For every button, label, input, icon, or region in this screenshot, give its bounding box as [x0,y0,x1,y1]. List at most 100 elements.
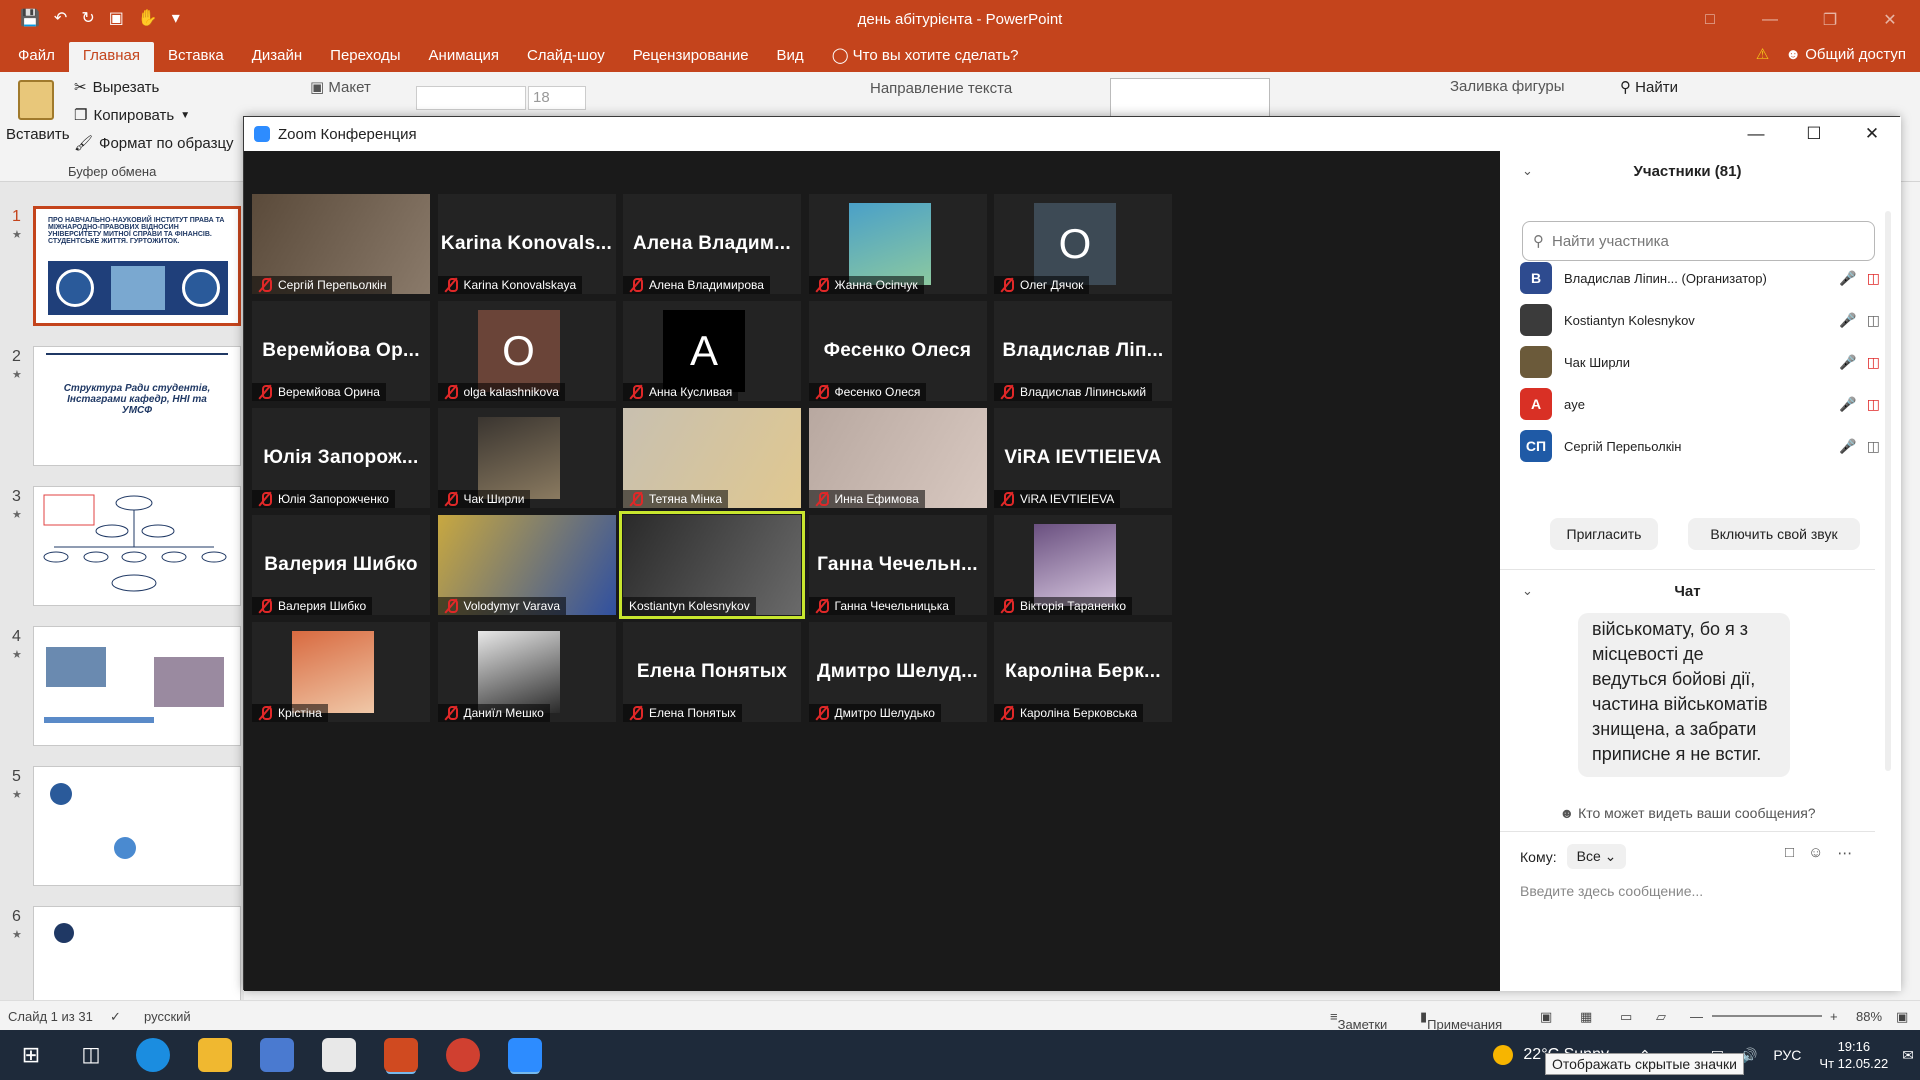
find-button[interactable]: ⚲ Найти [1620,78,1678,96]
tab-animation[interactable]: Анимация [415,42,513,72]
slide-entry[interactable]: 4 ★ [0,624,244,754]
normal-view-icon[interactable]: ▣ [1540,1009,1552,1025]
camera-icon[interactable]: ◫ [1867,312,1880,329]
zoom-level[interactable]: 88% [1856,1009,1882,1024]
tab-review[interactable]: Рецензирование [619,42,763,72]
edge-icon[interactable] [136,1038,170,1072]
participant-tile[interactable]: Kostiantyn Kolesnykov [619,511,805,619]
unmute-button[interactable]: Включить свой звук [1688,518,1860,550]
tell-me-search[interactable]: ◯ Что вы хотите сделать? [818,42,1033,72]
slide-entry[interactable]: 3 ★ [0,484,244,614]
participant-row[interactable]: Чак Ширли 🎤 ◫ [1520,341,1880,383]
participant-tile[interactable]: ViRA IEVTIEIEVA ViRA IEVTIEIEVA [994,408,1172,508]
zoom-slider[interactable] [1712,1015,1822,1017]
participant-tile[interactable]: Алена Владим... Алена Владимирова [623,194,801,294]
invite-button[interactable]: Пригласить [1550,518,1658,550]
minimize-icon[interactable]: — [1727,117,1785,151]
tab-view[interactable]: Вид [763,42,818,72]
tab-transitions[interactable]: Переходы [316,42,414,72]
participant-tile[interactable]: Сергій Перепьолкін [252,194,430,294]
participant-tile[interactable]: Даниїл Мешко [437,622,616,722]
participant-tile[interactable]: A Анна Кусливая [623,301,801,401]
ribbon-options-icon[interactable]: □ [1680,0,1740,40]
tab-file[interactable]: Файл [4,42,69,72]
tab-slideshow[interactable]: Слайд-шоу [513,42,619,72]
tab-insert[interactable]: Вставка [154,42,238,72]
mic-icon[interactable]: 🎤 [1839,312,1856,329]
language-indicator[interactable]: русский [144,1009,191,1024]
reading-view-icon[interactable]: ▭ [1620,1009,1632,1025]
slide-entry[interactable]: 6 ★ [0,904,244,1000]
close-icon[interactable]: ✕ [1860,0,1920,40]
mic-off-icon[interactable]: 🎤 [1839,270,1856,287]
camera-off-icon[interactable]: ◫ [1867,270,1880,287]
warning-icon[interactable]: ⚠ [1756,45,1769,63]
participant-tile[interactable]: Жанна Осіпчук [808,194,987,294]
participant-tile[interactable]: Тетяна Мінка [623,408,801,508]
spellcheck-icon[interactable]: ✓ [110,1009,121,1025]
chat-input[interactable]: Введите здесь сообщение... [1520,883,1703,899]
participant-tile[interactable]: Елена Понятых Елена Понятых [623,622,801,722]
slide-entry[interactable]: 2 ★ Структура Ради студентів, Інстаграми… [0,344,244,474]
clock[interactable]: 19:16 Чт 12.05.22 [1819,1038,1888,1072]
copy-button[interactable]: ❐ Копировать ▼ [74,106,190,125]
fit-slide-icon[interactable]: ▣ [1896,1009,1908,1025]
recipient-select[interactable]: Все ⌄ [1566,844,1627,869]
side-scrollbar[interactable] [1885,211,1891,771]
participant-tile[interactable]: Валерия Шибко Валерия Шибко [252,515,430,615]
participant-tile[interactable]: Крістіна [252,622,430,722]
participant-tile[interactable]: Oolga kalashnikova [437,301,616,401]
camera-icon[interactable]: ◫ [1867,438,1880,455]
chrome-icon[interactable] [446,1038,480,1072]
maximize-icon[interactable]: ❐ [1800,0,1860,40]
mail-icon[interactable] [322,1038,356,1072]
maximize-icon[interactable]: ☐ [1785,117,1843,151]
file-icon[interactable]: □ [1785,844,1794,862]
participant-tile[interactable]: Ганна Чечельн... Ганна Чечельницька [808,515,987,615]
format-painter-button[interactable]: 🖌 Формат по образцу [74,134,234,153]
camera-off-icon[interactable]: ◫ [1867,396,1880,413]
cut-button[interactable]: ✂ Вырезать [74,78,159,97]
participant-tile[interactable]: Фесенко Олеся Фесенко Олеся [808,301,987,401]
participant-tile[interactable]: Чак Ширли [437,408,616,508]
participant-row[interactable]: СП Сергій Перепьолкін 🎤 ◫ [1520,425,1880,467]
font-size-select[interactable]: 18 [528,86,586,110]
slide-entry[interactable]: 1 ★ ПРО НАВЧАЛЬНО-НАУКОВИЙ ІНСТИТУТ ПРАВ… [0,204,244,334]
participant-search-input[interactable]: ⚲ Найти участника [1522,221,1875,261]
close-icon[interactable]: ✕ [1843,117,1901,151]
paste-button[interactable]: Вставить [6,80,70,143]
windows-start-icon[interactable]: ⊞ [14,1038,48,1072]
participant-row[interactable]: Aaye 🎤 ◫ [1520,383,1880,425]
powerpoint-icon[interactable] [384,1038,418,1072]
zoom-out-icon[interactable]: — [1690,1009,1703,1024]
notification-icon[interactable]: ✉ [1902,1047,1914,1064]
participant-tile[interactable]: Вікторія Тараненко [994,515,1172,615]
tab-home[interactable]: Главная [68,42,154,72]
participant-tile[interactable]: Юлія Запорож... Юлія Запорожченко [252,408,430,508]
participant-tile[interactable]: Владислав Ліп... Владислав Ліпинський [994,301,1172,401]
slide-thumbnail[interactable] [33,486,241,606]
file-explorer-icon[interactable] [198,1038,232,1072]
participant-tile[interactable]: Инна Ефимова [808,408,987,508]
participant-tile[interactable]: O Олег Дячок [994,194,1172,294]
slide-entry[interactable]: 5 ★ [0,764,244,894]
mic-off-icon[interactable]: 🎤 [1839,438,1856,455]
participant-tile[interactable]: Веремйова Ор... Веремйова Орина [252,301,430,401]
share-button[interactable]: ☻ Общий доступ [1785,46,1906,63]
mic-off-icon[interactable]: 🎤 [1839,396,1856,413]
store-icon[interactable] [260,1038,294,1072]
slideshow-view-icon[interactable]: ▱ [1656,1009,1666,1025]
slide-thumbnail[interactable]: Структура Ради студентів, Інстаграми каф… [33,346,241,466]
task-view-icon[interactable]: ◫ [74,1038,108,1072]
emoji-icon[interactable]: ☺ [1808,844,1823,862]
minimize-icon[interactable]: — [1740,0,1800,40]
participant-tile[interactable]: Кароліна Берк... Кароліна Берковська [994,622,1172,722]
slide-thumbnail[interactable]: ПРО НАВЧАЛЬНО-НАУКОВИЙ ІНСТИТУТ ПРАВА ТА… [33,206,241,326]
participant-tile[interactable]: Дмитро Шелуд... Дмитро Шелудько [808,622,987,722]
shape-fill-button[interactable]: Заливка фигуры [1450,78,1565,95]
layout-button[interactable]: ▣ Макет [310,78,371,96]
zoom-app-icon[interactable] [508,1038,542,1072]
more-icon[interactable]: ⋯ [1837,844,1852,862]
participant-row[interactable]: В Владислав Ліпин... (Организатор) 🎤 ◫ [1520,257,1880,299]
text-direction-button[interactable]: Направление текста [870,80,1012,97]
